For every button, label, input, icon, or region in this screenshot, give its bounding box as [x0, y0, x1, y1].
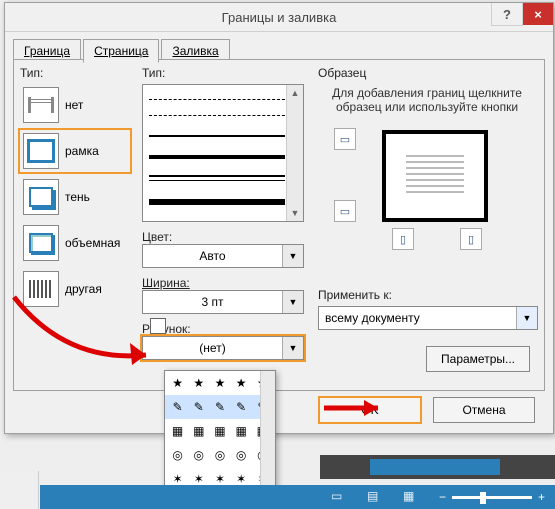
help-button[interactable]: ? [491, 3, 523, 26]
line-style-option[interactable] [149, 99, 285, 100]
chevron-down-icon[interactable]: ▼ [282, 245, 303, 267]
ruler [320, 455, 555, 479]
line-style-scrollbar[interactable]: ▲ ▼ [286, 85, 303, 221]
ok-button[interactable]: OK [319, 397, 421, 423]
line-style-option[interactable] [149, 155, 285, 159]
zoom-out-button[interactable]: − [439, 490, 446, 504]
border-right-button[interactable]: ▯ [460, 228, 482, 250]
print-layout-icon[interactable]: ▤ [367, 489, 383, 505]
setting-custom-label: другая [65, 282, 102, 296]
color-combobox[interactable]: Авто ▼ [142, 244, 304, 268]
art-combobox[interactable]: (нет) ▼ [142, 336, 304, 360]
art-dropdown-list[interactable]: ★★★★★ ✎✎✎✎✎ ▦▦▦▦▦ ◎◎◎◎◎ ✶✶✶✶✶ [164, 370, 276, 492]
line-style-option[interactable] [149, 135, 285, 137]
setting-3d-label: объемная [65, 236, 120, 250]
setting-box-label: рамка [65, 144, 99, 158]
tab-panel: Тип: нет рамка тень объемная [13, 59, 545, 391]
art-label: Рисунок: [142, 322, 310, 336]
art-value: (нет) [143, 341, 282, 355]
art-option-pencils[interactable]: ✎✎✎✎✎ [165, 395, 275, 419]
scroll-down-icon[interactable]: ▼ [287, 205, 303, 221]
line-style-listbox[interactable]: ▲ ▼ [142, 84, 304, 222]
borders-shading-dialog: Границы и заливка ? × Граница Страница З… [4, 2, 554, 434]
art-option-stars[interactable]: ★★★★★ [165, 371, 275, 395]
setting-shadow[interactable]: тень [20, 176, 130, 218]
setting-box-icon [23, 133, 59, 169]
titlebar[interactable]: Границы и заливка ? × [5, 3, 553, 32]
line-style-option[interactable] [149, 115, 285, 116]
apply-to-combobox[interactable]: всему документу ▼ [318, 306, 538, 330]
setting-shadow-label: тень [65, 190, 90, 204]
art-dropdown-scrollbar[interactable] [260, 371, 275, 491]
zoom-in-button[interactable]: + [538, 490, 545, 504]
cancel-button[interactable]: Отмена [433, 397, 535, 423]
color-label: Цвет: [142, 230, 310, 244]
window-title: Границы и заливка [222, 10, 337, 25]
border-preview[interactable] [382, 130, 488, 222]
color-swatch [150, 318, 166, 334]
setting-3d[interactable]: объемная [20, 222, 130, 264]
art-option-blocks[interactable]: ▦▦▦▦▦ [165, 419, 275, 443]
options-button[interactable]: Параметры... [426, 346, 530, 372]
chevron-down-icon[interactable]: ▼ [282, 291, 303, 313]
status-bar: ▭ ▤ ▦ − + [40, 485, 555, 509]
close-button[interactable]: × [523, 3, 553, 25]
style-label: Тип: [142, 66, 310, 80]
preview-area: ▭ ▭ ▯ ▯ [318, 124, 536, 244]
width-label: Ширина: [142, 276, 310, 290]
sample-hint: Для добавления границ щелкните образец и… [322, 86, 532, 114]
chevron-down-icon[interactable]: ▼ [516, 307, 537, 329]
setting-custom-icon [23, 271, 59, 307]
width-value: 3 пт [143, 295, 282, 309]
zoom-track[interactable] [452, 496, 532, 499]
setting-shadow-icon [23, 179, 59, 215]
read-mode-icon[interactable]: ▭ [331, 489, 347, 505]
apply-to-value: всему документу [319, 311, 516, 325]
zoom-slider[interactable]: − + [439, 490, 545, 504]
web-layout-icon[interactable]: ▦ [403, 489, 419, 505]
setting-none-icon [23, 87, 59, 123]
border-bottom-button[interactable]: ▭ [334, 200, 356, 222]
setting-none[interactable]: нет [20, 84, 130, 126]
type-label: Тип: [20, 66, 130, 80]
width-combobox[interactable]: 3 пт ▼ [142, 290, 304, 314]
art-option-medals[interactable]: ◎◎◎◎◎ [165, 443, 275, 467]
color-value: Авто [143, 249, 282, 263]
border-left-button[interactable]: ▯ [392, 228, 414, 250]
setting-custom[interactable]: другая [20, 268, 130, 310]
setting-3d-icon [23, 225, 59, 261]
setting-box[interactable]: рамка [20, 130, 130, 172]
setting-none-label: нет [65, 98, 83, 112]
chevron-down-icon[interactable]: ▼ [282, 337, 303, 359]
line-style-option[interactable] [149, 199, 285, 205]
zoom-handle[interactable] [480, 492, 486, 504]
left-gutter [0, 471, 39, 509]
border-top-button[interactable]: ▭ [334, 128, 356, 150]
apply-to-label: Применить к: [318, 288, 536, 302]
tab-page[interactable]: Страница [83, 39, 159, 63]
line-style-option[interactable] [149, 175, 285, 177]
sample-label: Образец [318, 66, 536, 80]
scroll-up-icon[interactable]: ▲ [287, 85, 303, 101]
